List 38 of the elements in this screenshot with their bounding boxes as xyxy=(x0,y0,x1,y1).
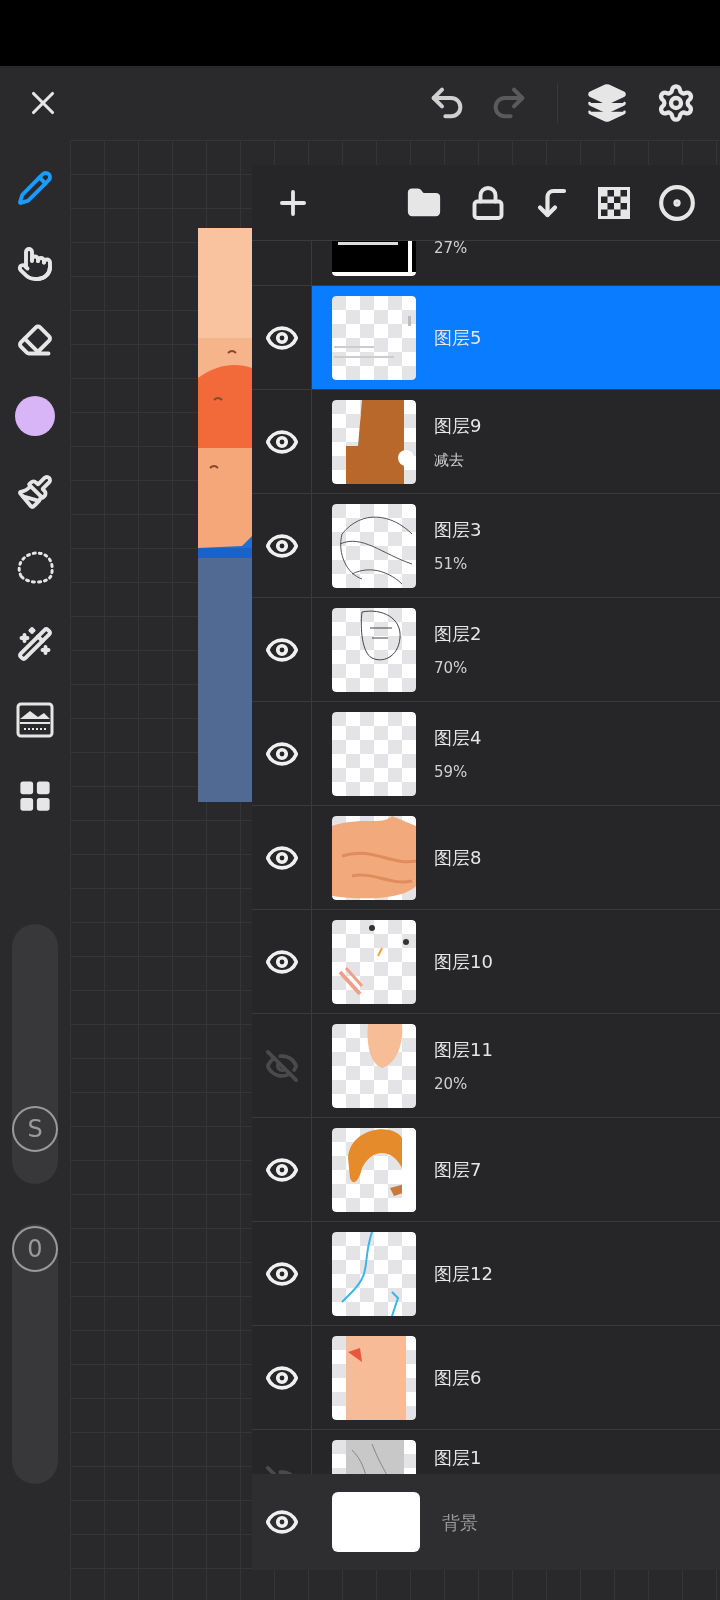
target-icon[interactable] xyxy=(658,183,696,222)
magic-wand-icon[interactable] xyxy=(17,626,53,662)
layer-name: 图层5 xyxy=(434,326,482,350)
pencil-icon[interactable] xyxy=(17,170,53,206)
layer-name: 图层12 xyxy=(434,1262,493,1286)
layer-name: 图层10 xyxy=(434,950,493,974)
eraser-icon[interactable] xyxy=(17,322,53,358)
layer-name: 图层4 xyxy=(434,725,482,750)
color-swatch[interactable] xyxy=(15,396,55,436)
landscape-icon[interactable] xyxy=(16,701,54,739)
layer-name: 图层2 xyxy=(434,621,482,646)
layer-name: 图层7 xyxy=(434,1158,482,1182)
layer-name: 图层11 xyxy=(434,1037,493,1062)
slider-track[interactable]: 0 xyxy=(12,1224,58,1484)
paintbrush-icon[interactable] xyxy=(17,474,53,510)
layer-name: 图层8 xyxy=(434,846,482,870)
slider-thumb[interactable]: 0 xyxy=(12,1226,58,1273)
layer-name: 图层1 xyxy=(434,1446,482,1470)
slider-track[interactable]: S xyxy=(12,924,58,1184)
layer-detail: 20% xyxy=(434,1073,469,1095)
layer-name: 图层9 xyxy=(434,413,482,438)
finger-icon[interactable] xyxy=(17,246,53,282)
layer-name: 图层6 xyxy=(434,1366,482,1390)
grid-icon[interactable] xyxy=(17,778,53,814)
checkerboard-icon[interactable] xyxy=(598,186,630,219)
layer-detail: 27% xyxy=(434,241,468,259)
layer-detail: 70% xyxy=(434,657,469,679)
settings-icon[interactable] xyxy=(656,83,696,123)
layer-name: 图层3 xyxy=(434,517,482,542)
layer-name: 背景 xyxy=(442,1510,478,1535)
layers-icon[interactable] xyxy=(586,82,628,124)
slider-thumb[interactable]: S xyxy=(12,1105,58,1152)
layer-detail: 59% xyxy=(434,761,469,783)
layer-detail: 51% xyxy=(434,553,469,575)
canvas-grid[interactable]: 27% 图层5 图层9 减去 图层3 51% 图层2 70% 图层4 59% 图层8 图层10 图层11 20% 图层7 图层12 图层6 图层1 背景 xyxy=(70,140,720,1600)
lock-icon[interactable] xyxy=(470,184,506,221)
layer-detail: 减去 xyxy=(434,449,465,471)
lasso-icon[interactable] xyxy=(15,550,55,586)
